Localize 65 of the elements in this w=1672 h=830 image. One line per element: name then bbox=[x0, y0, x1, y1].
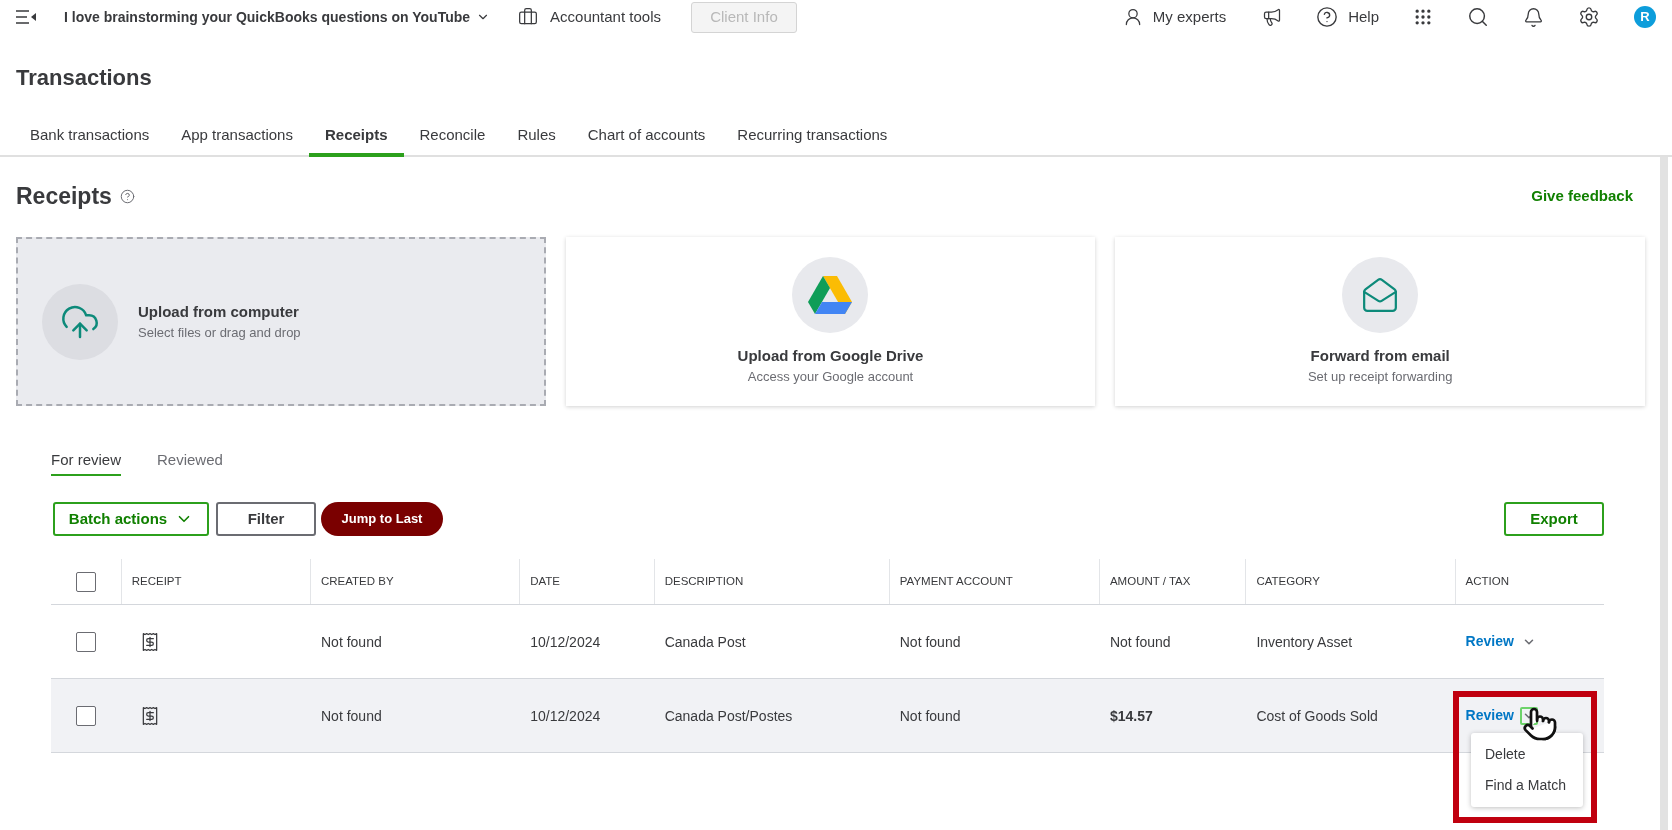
page-title: Transactions bbox=[16, 64, 153, 92]
my-experts-button[interactable]: My experts bbox=[1122, 5, 1227, 29]
accountant-tools-button[interactable]: Accountant tools bbox=[518, 5, 661, 29]
nav-tab[interactable]: Recurring transactions bbox=[721, 117, 904, 157]
apps-grid-icon[interactable] bbox=[1413, 7, 1433, 27]
card-title: Upload from computer bbox=[138, 301, 300, 322]
table-cell: Not found bbox=[899, 633, 961, 650]
scrollbar[interactable] bbox=[1660, 157, 1668, 830]
table-cell: 10/12/2024 bbox=[530, 707, 601, 724]
checkbox[interactable] bbox=[76, 705, 97, 726]
card-subtitle: Set up receipt forwarding bbox=[1307, 368, 1453, 386]
review-tab[interactable]: Reviewed bbox=[157, 446, 223, 476]
megaphone-icon[interactable] bbox=[1262, 7, 1283, 27]
card-title: Upload from Google Drive bbox=[737, 345, 924, 366]
table-cell: Inventory Asset bbox=[1256, 633, 1353, 650]
export-button[interactable]: Export bbox=[1504, 502, 1604, 536]
column-header: RECEIPT bbox=[131, 573, 182, 589]
card-subtitle: Select files or drag and drop bbox=[138, 324, 301, 342]
review-link[interactable]: Review bbox=[1465, 631, 1514, 652]
nav-tab[interactable]: Rules bbox=[501, 117, 572, 157]
jump-to-last-button[interactable]: Jump to Last bbox=[321, 502, 443, 536]
column-header: CATEGORY bbox=[1256, 573, 1320, 589]
help-icon bbox=[1316, 6, 1339, 28]
table-cell: Not found bbox=[899, 707, 961, 724]
menu-icon[interactable] bbox=[16, 10, 36, 24]
card-subtitle: Access your Google account bbox=[747, 368, 914, 386]
table-cell: Cost of Goods Sold bbox=[1256, 707, 1378, 724]
table-cell: Not found bbox=[321, 707, 382, 724]
column-header: AMOUNT / TAX bbox=[1109, 573, 1191, 589]
table-cell: $14.57 bbox=[1109, 707, 1153, 724]
nav-tab[interactable]: Bank transactions bbox=[14, 117, 166, 157]
column-header: DESCRIPTION bbox=[664, 573, 744, 589]
nav-tab[interactable]: Reconcile bbox=[403, 117, 502, 157]
upload-card[interactable]: Forward from email Set up receipt forwarding bbox=[1115, 237, 1645, 406]
checkbox[interactable] bbox=[76, 631, 97, 652]
section-title: Receipts bbox=[16, 182, 112, 211]
give-feedback-link[interactable]: Give feedback bbox=[1531, 184, 1633, 208]
table-cell: 10/12/2024 bbox=[530, 633, 601, 650]
upload-card[interactable]: Upload from computer Select files or drag and drop bbox=[16, 237, 546, 406]
card-title: Forward from email bbox=[1310, 345, 1450, 366]
table-cell: Canada Post/Postes bbox=[664, 707, 793, 724]
column-header: CREATED BY bbox=[321, 573, 394, 589]
table-cell: Not found bbox=[321, 633, 382, 650]
settings-icon[interactable] bbox=[1578, 6, 1600, 28]
nav-tab[interactable]: App transactions bbox=[165, 117, 309, 157]
column-header: DATE bbox=[530, 573, 560, 589]
briefcase-icon bbox=[518, 7, 539, 27]
table-cell: Canada Post bbox=[664, 633, 746, 650]
column-header: PAYMENT ACCOUNT bbox=[899, 573, 1013, 589]
nav-tab[interactable]: Receipts bbox=[308, 117, 404, 157]
company-dropdown[interactable]: I love brainstorming your QuickBooks questions on YouTube bbox=[64, 6, 491, 28]
bell-icon[interactable] bbox=[1523, 6, 1544, 28]
nav-tab[interactable]: Chart of accounts bbox=[571, 117, 722, 157]
checkbox[interactable] bbox=[75, 571, 96, 592]
help-button[interactable]: Help bbox=[1316, 5, 1379, 29]
help-icon[interactable] bbox=[119, 188, 135, 204]
batch-actions-button[interactable]: Batch actions bbox=[53, 502, 209, 536]
column-header: ACTION bbox=[1465, 573, 1509, 589]
review-tab[interactable]: For review bbox=[51, 446, 121, 476]
upload-card[interactable]: Upload from Google Drive Access your Google account bbox=[565, 237, 1096, 406]
table-cell: Not found bbox=[1109, 633, 1171, 650]
menu-item[interactable]: Find a Match bbox=[1471, 770, 1583, 801]
filter-button[interactable]: Filter bbox=[216, 502, 316, 536]
review-link[interactable]: Review bbox=[1465, 705, 1514, 726]
search-icon[interactable] bbox=[1467, 6, 1489, 28]
